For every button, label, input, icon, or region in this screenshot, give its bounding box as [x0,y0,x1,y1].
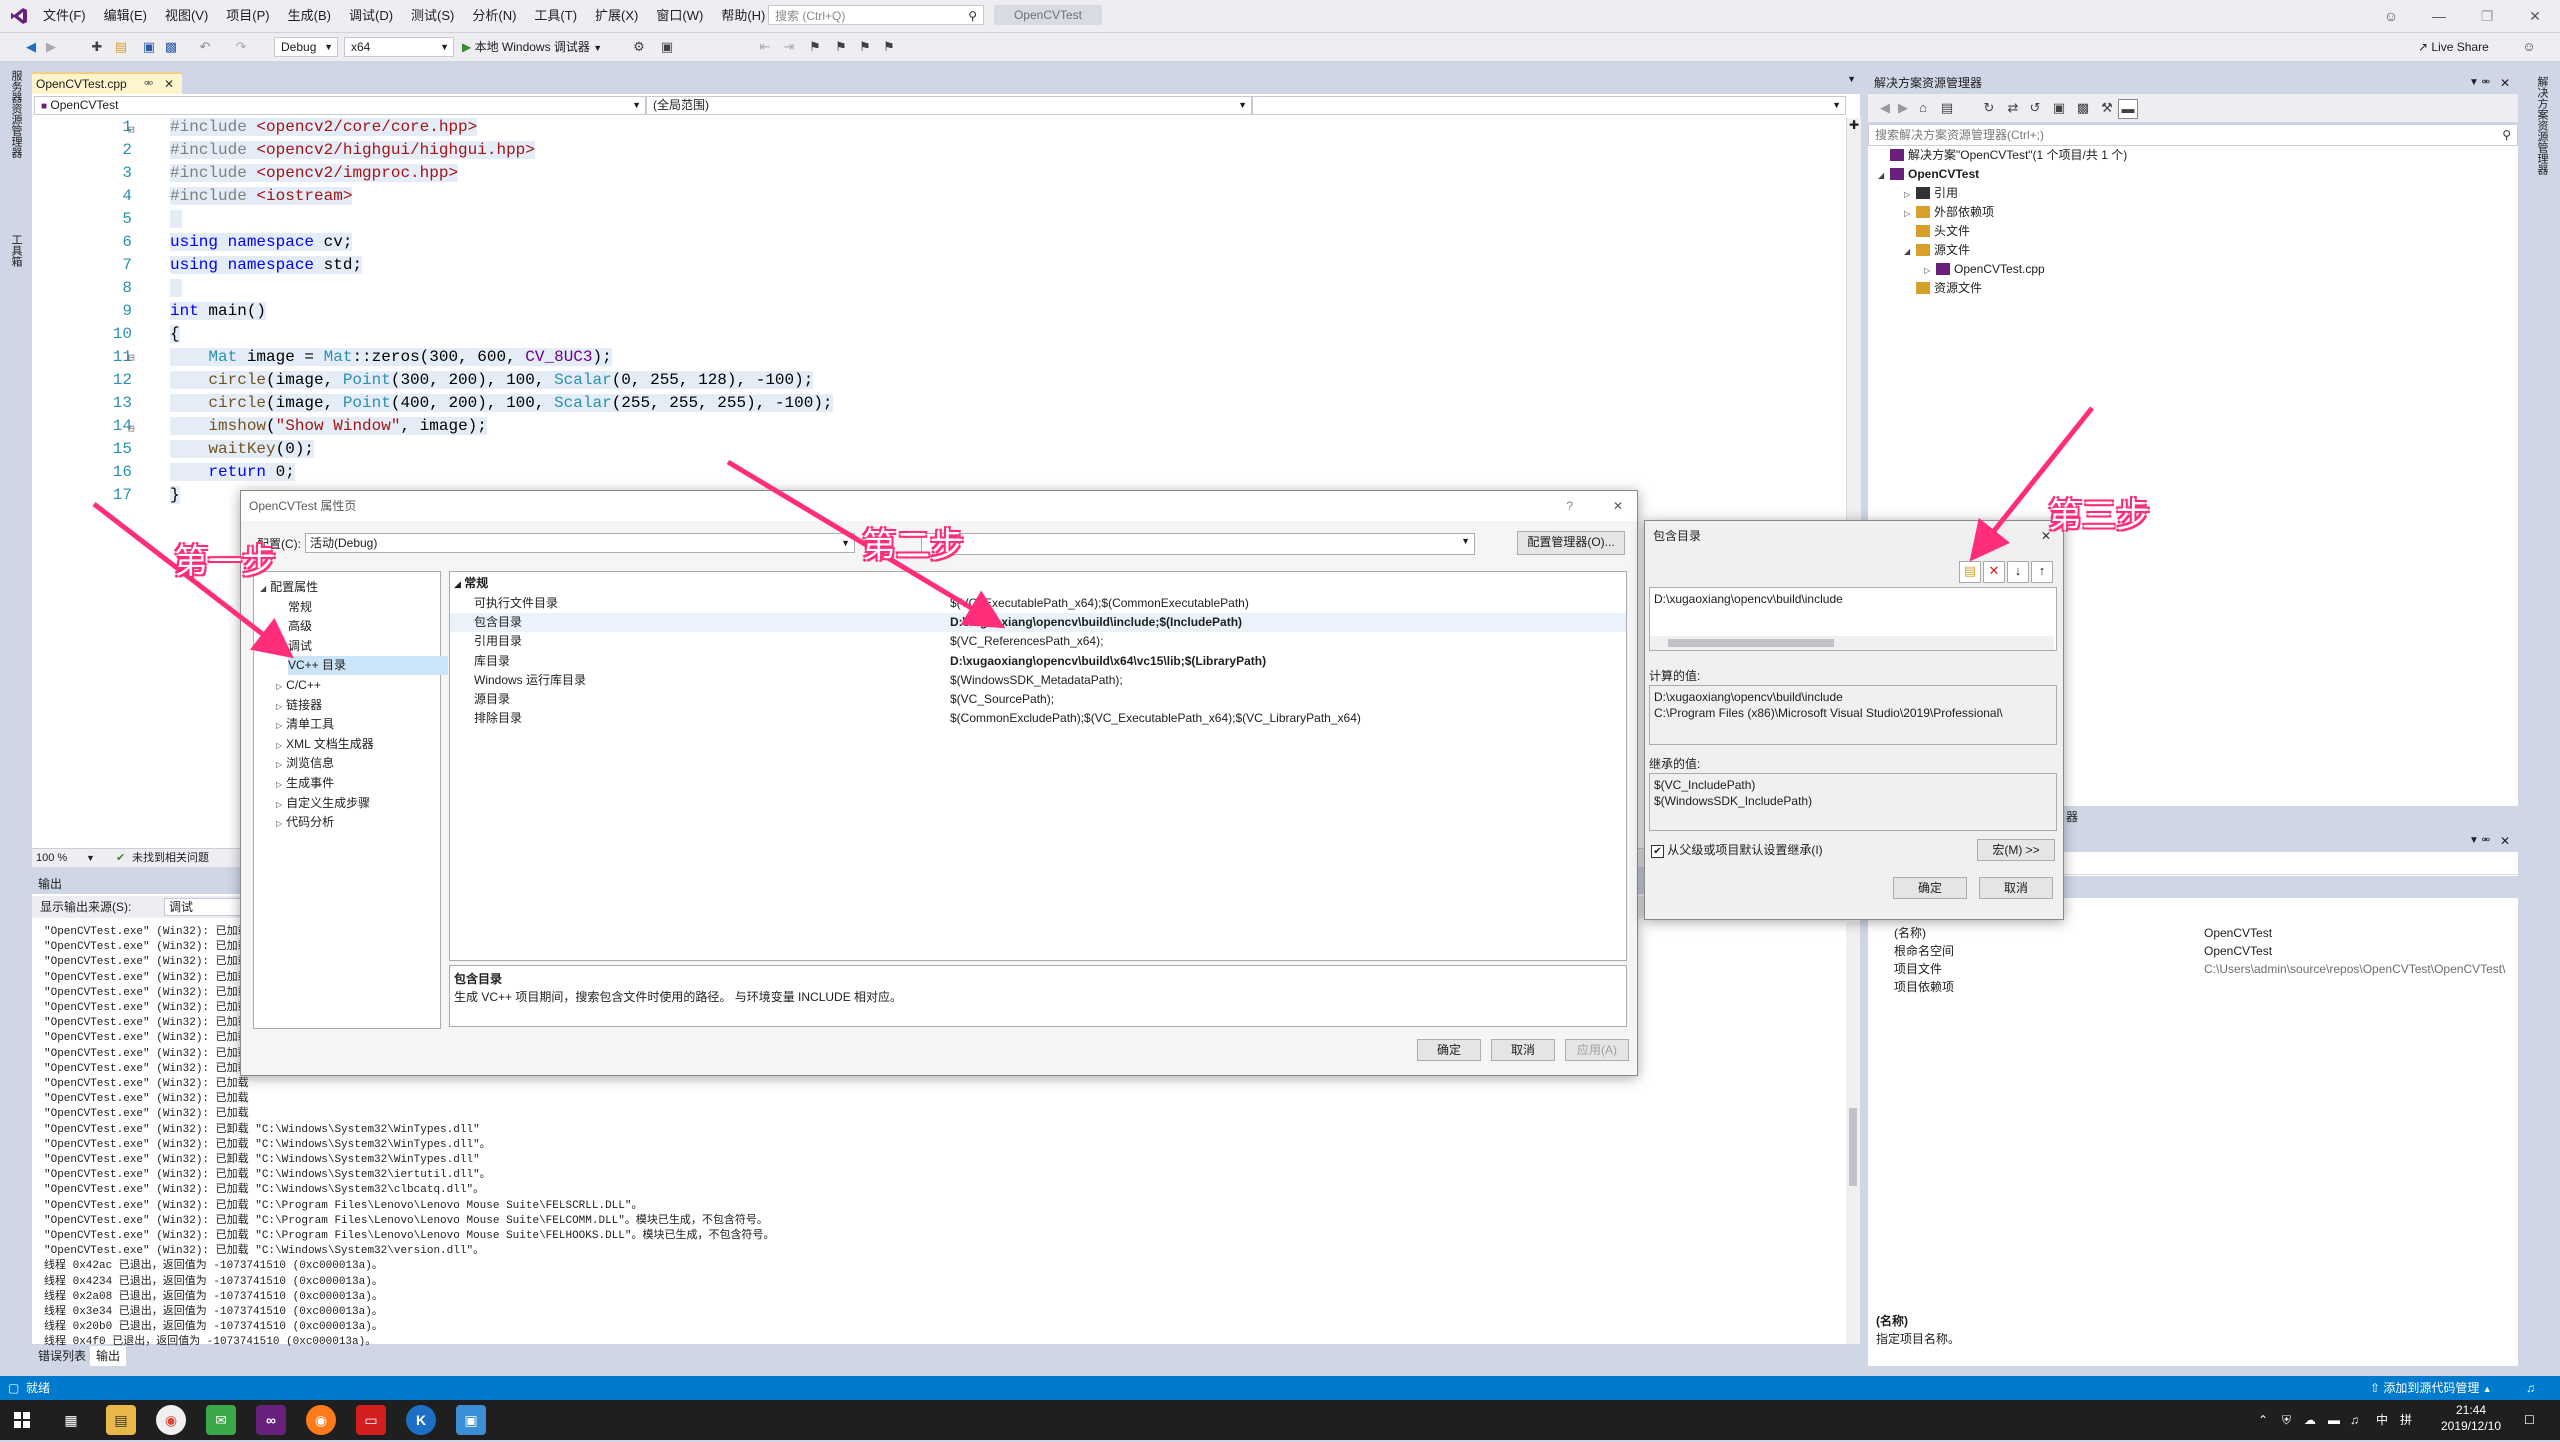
volume-icon[interactable]: ♫ [2350,1400,2359,1440]
wechat-icon[interactable]: ✉ [206,1405,236,1435]
clock-time: 21:44 [2455,1403,2487,1417]
source-control-label: 添加到源代码管理 [2383,1381,2480,1395]
window-app-icon[interactable]: ▣ [456,1405,486,1435]
annotation-arrows [92,406,2094,659]
taskbar: ▦ ▤ ◉ ✉ ∞ ◉ ▭ K ▣ ⌃ ⛨ ☁ ▬ ♫ 中 拼 21:44 20… [0,1400,2560,1440]
upload-icon: ⇧ [2370,1381,2381,1395]
network-icon[interactable]: ▬ [2328,1400,2340,1440]
chevron-up-icon: ▲ [2482,1384,2492,1394]
file-explorer-icon[interactable]: ▤ [106,1405,136,1435]
clock[interactable]: 21:44 2019/12/10 [2436,1402,2506,1442]
visual-studio-icon[interactable]: ∞ [256,1405,286,1435]
step3-label: 第三步 [2048,496,2150,536]
input-lang-indicator[interactable]: 中 [2376,1400,2388,1440]
ime-indicator[interactable]: 拼 [2400,1400,2412,1440]
firefox-icon[interactable]: ◉ [306,1405,336,1435]
action-center-icon[interactable]: ☐ [2524,1400,2535,1440]
clock-date: 2019/12/10 [2440,1419,2502,1433]
notification-bell-icon[interactable]: ♫ [2526,1376,2535,1400]
status-bar: ▢ 就绪 ⇧ 添加到源代码管理 ▲ ♫ [0,1376,2560,1400]
shield-icon[interactable]: ⛨ [2282,1400,2291,1440]
task-view-icon[interactable]: ▦ [56,1405,86,1435]
blue-app-icon[interactable]: K [406,1405,436,1435]
status-ready: 就绪 [26,1381,51,1395]
windows-start-icon[interactable] [14,1412,30,1431]
chrome-icon[interactable]: ◉ [156,1405,186,1435]
source-control-button[interactable]: ⇧ 添加到源代码管理 ▲ [2370,1376,2492,1401]
step2-label: 第二步 [862,526,964,566]
step1-label: 第一步 [174,542,276,582]
status-window-icon: ▢ [8,1381,20,1395]
cloud-icon[interactable]: ☁ [2304,1400,2316,1440]
red-app-icon[interactable]: ▭ [356,1405,386,1435]
tray-chevron-icon[interactable]: ⌃ [2258,1400,2268,1440]
